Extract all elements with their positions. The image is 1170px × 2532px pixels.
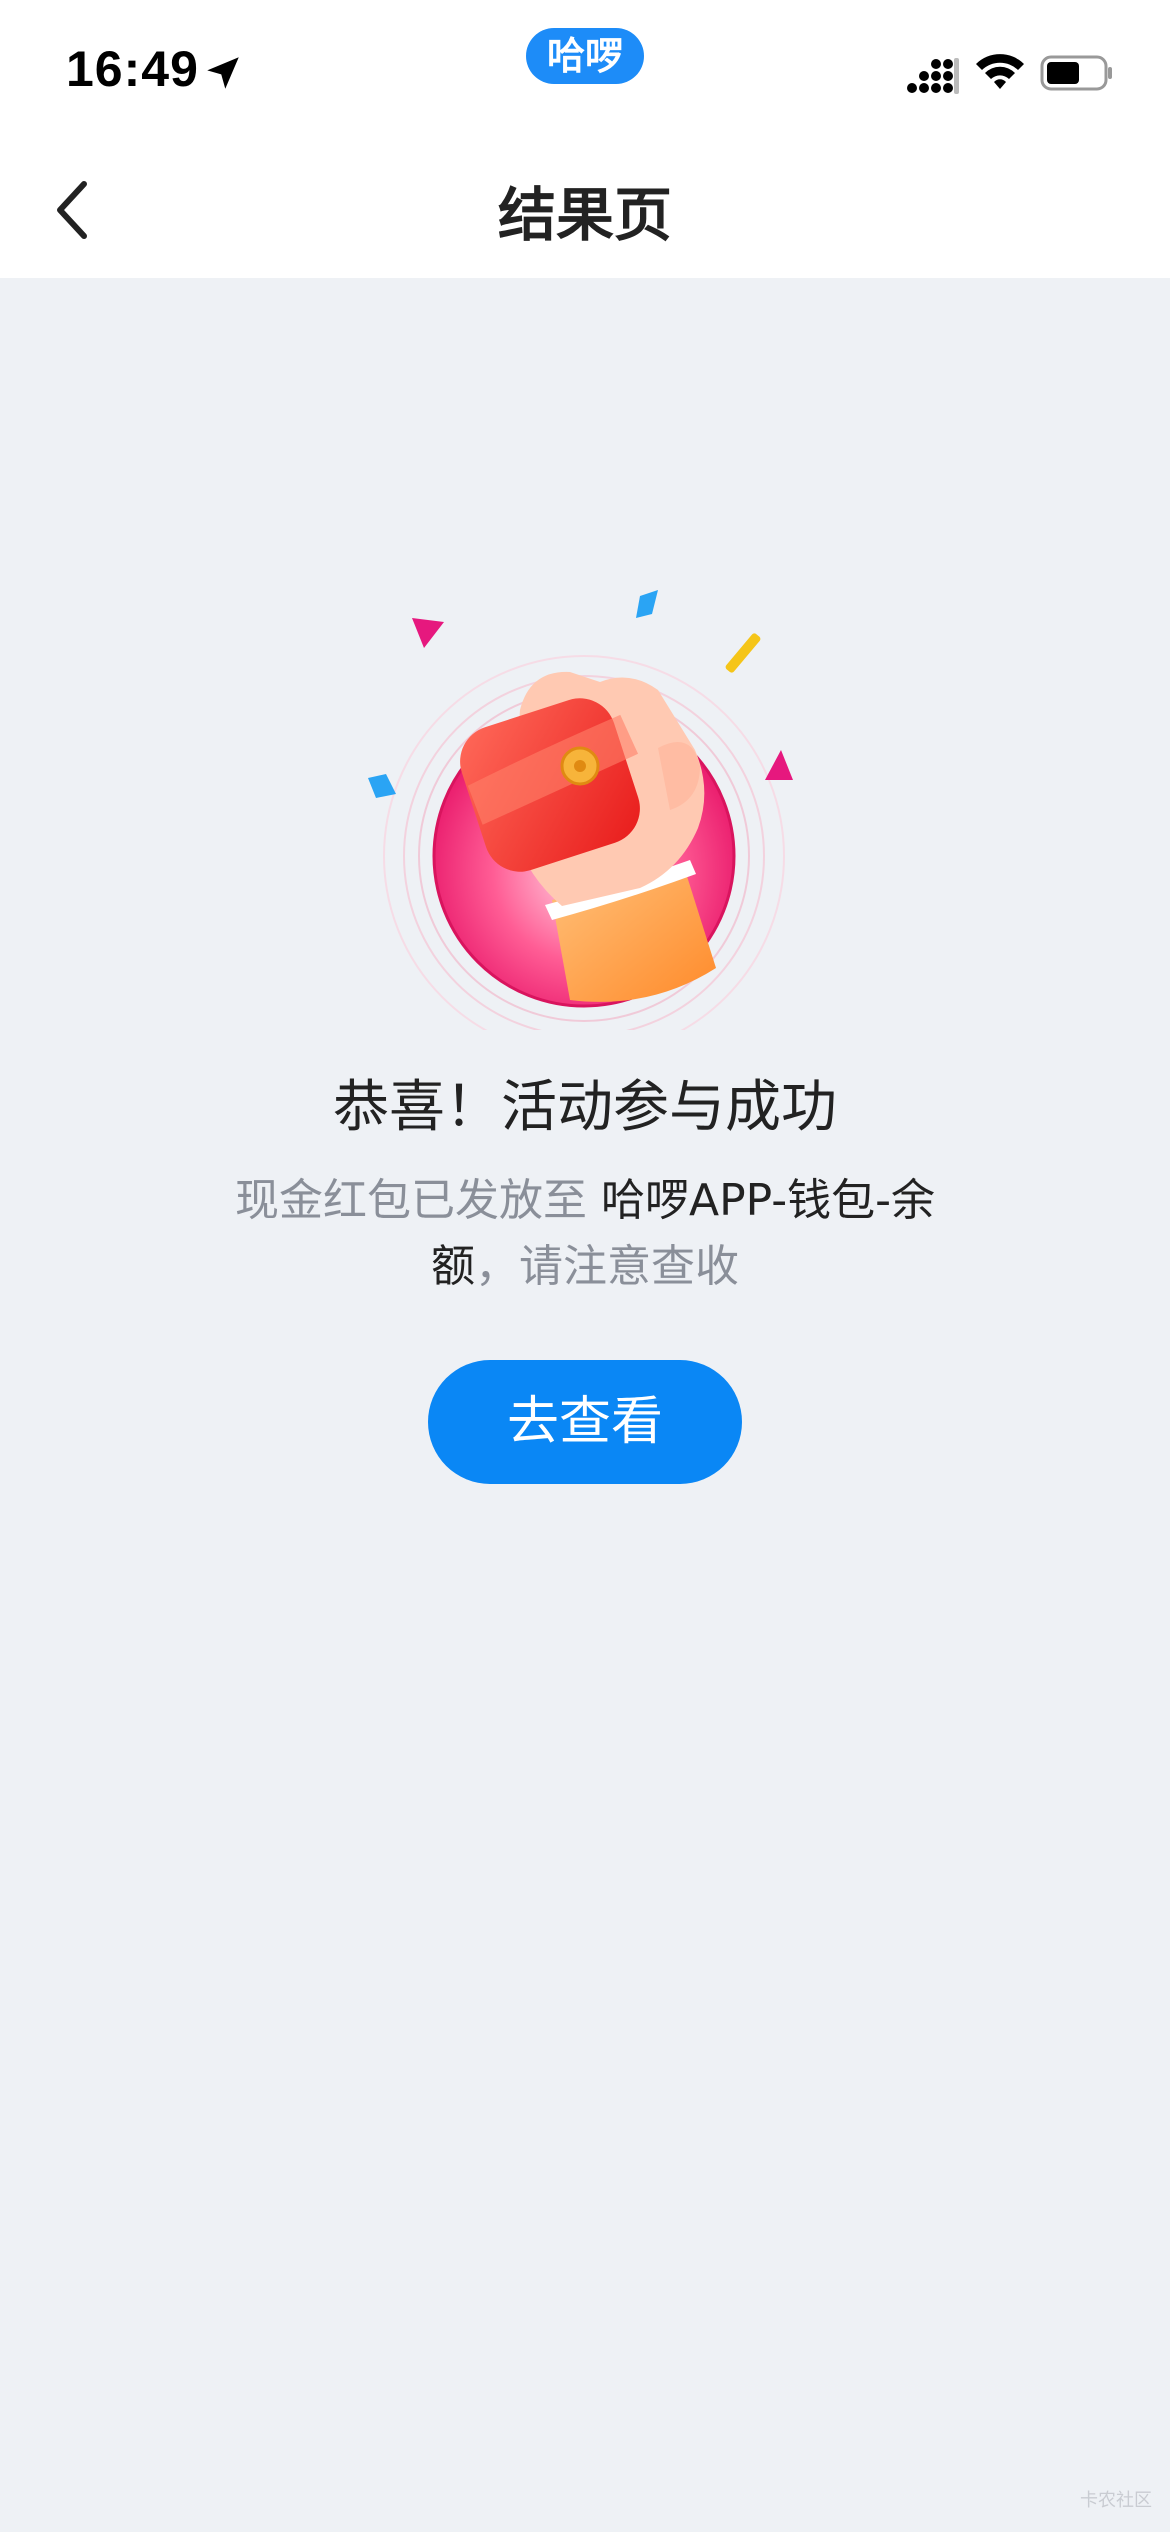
result-description: 现金红包已发放至 哈啰APP-钱包-余额，请注意查收 bbox=[200, 1168, 970, 1300]
watermark: 卡农社区 bbox=[1080, 2490, 1152, 2511]
status-time: 16:49 bbox=[66, 41, 199, 97]
nav-bar: 结果页 bbox=[0, 140, 1170, 278]
battery-icon bbox=[1040, 55, 1112, 91]
wifi-icon bbox=[976, 54, 1024, 89]
page-title: 结果页 bbox=[497, 181, 672, 249]
result-desc-prefix: 现金红包已发放至 bbox=[235, 1175, 602, 1226]
status-bar: 16:49 哈啰 bbox=[0, 0, 1170, 140]
red-envelope-hand-illustration bbox=[368, 590, 793, 1030]
header: 16:49 哈啰 结果页 bbox=[0, 0, 1170, 278]
location-arrow-icon bbox=[207, 57, 239, 89]
cellular-signal-icon bbox=[907, 58, 959, 94]
result-title: 恭喜！活动参与成功 bbox=[333, 1075, 837, 1140]
view-button[interactable]: 去查看 bbox=[428, 1360, 742, 1484]
app-badge[interactable]: 哈啰 bbox=[526, 28, 644, 84]
result-desc-suffix: ，请注意查收 bbox=[475, 1241, 739, 1292]
